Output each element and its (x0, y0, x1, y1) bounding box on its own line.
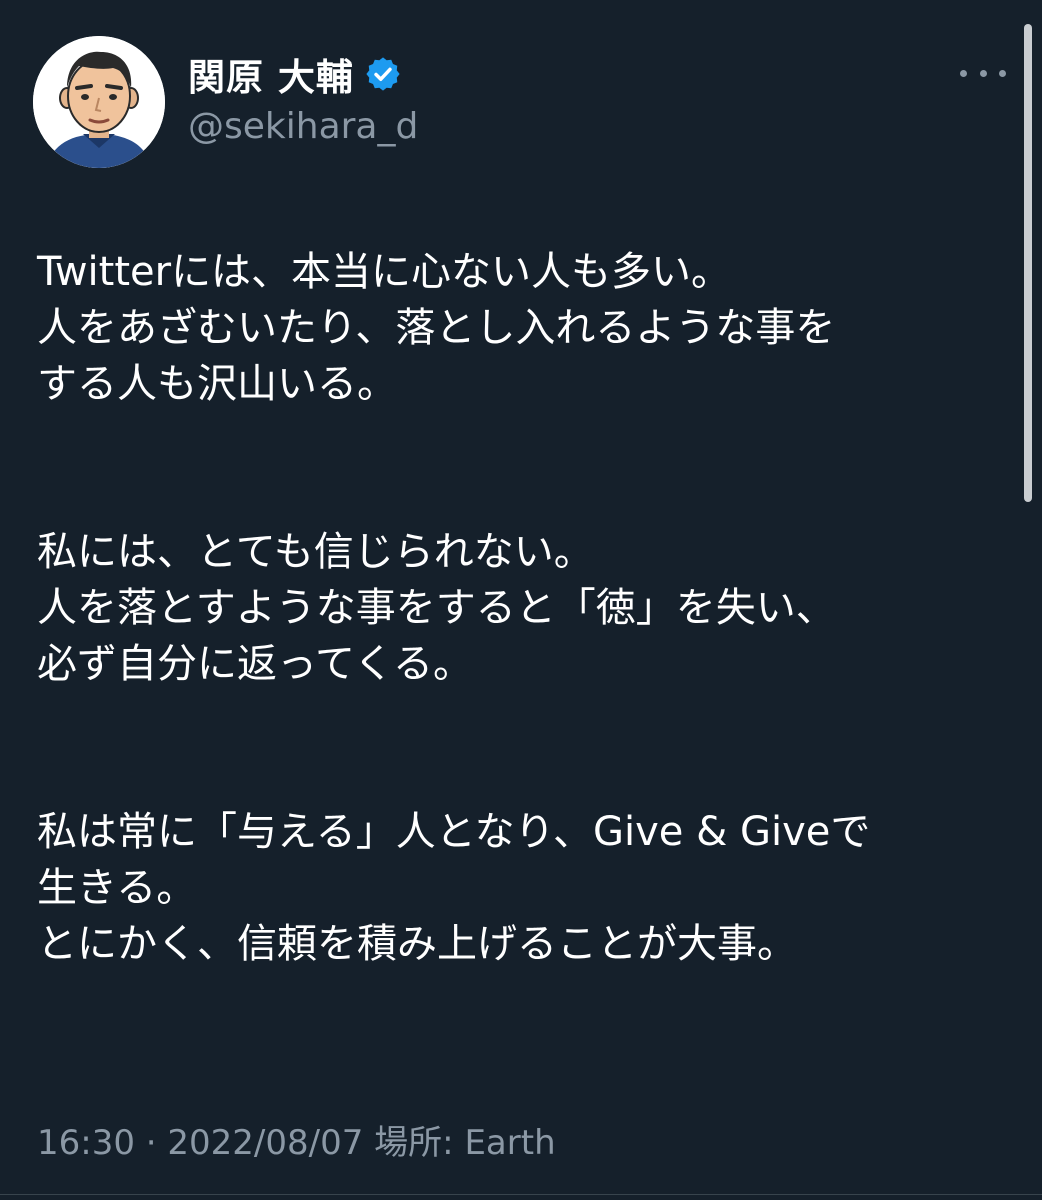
author-display-name[interactable]: 関原 大輔 (188, 47, 354, 101)
tweet-line: とにかく、信頼を積み上げることが大事。 (37, 921, 797, 967)
verified-badge-icon (364, 55, 402, 93)
tweet-line: 私は常に「与える」人となり、Give & Giveで (37, 809, 871, 855)
author-name-row[interactable]: 関原 大輔 (188, 47, 402, 101)
more-dot (960, 69, 967, 77)
tweet-line: 人を落とすような事をすると「徳」を失い、 (37, 585, 836, 631)
tweet-line: 生きる。 (37, 865, 197, 911)
tweet-line: 私には、とても信じられない。 (37, 529, 594, 575)
more-dot (999, 69, 1006, 77)
avatar-icon (33, 36, 165, 168)
more-options-icon[interactable] (960, 58, 1006, 88)
author-avatar[interactable] (33, 36, 165, 168)
scrollbar-thumb[interactable] (1024, 24, 1032, 502)
tweet-line: 必ず自分に返ってくる。 (37, 641, 473, 687)
tweet-line: 人をあざむいたり、落とし入れるような事を (37, 305, 836, 351)
divider (0, 1194, 1042, 1195)
tweet-timestamp[interactable]: 16:30 · 2022/08/07 場所: Earth (37, 1115, 556, 1164)
tweet-line: Twitterには、本当に心ない人も多い。 (37, 249, 732, 295)
tweet-text: Twitterには、本当に心ない人も多い。 人をあざむいたり、落とし入れるような… (37, 244, 1012, 972)
tweet-detail: 関原 大輔 @sekihara_d Twitterには、本当に心ない人も多い。 … (0, 0, 1042, 1200)
tweet-line: する人も沢山いる。 (37, 361, 397, 407)
author-handle[interactable]: @sekihara_d (188, 106, 418, 147)
more-dot (979, 69, 987, 77)
